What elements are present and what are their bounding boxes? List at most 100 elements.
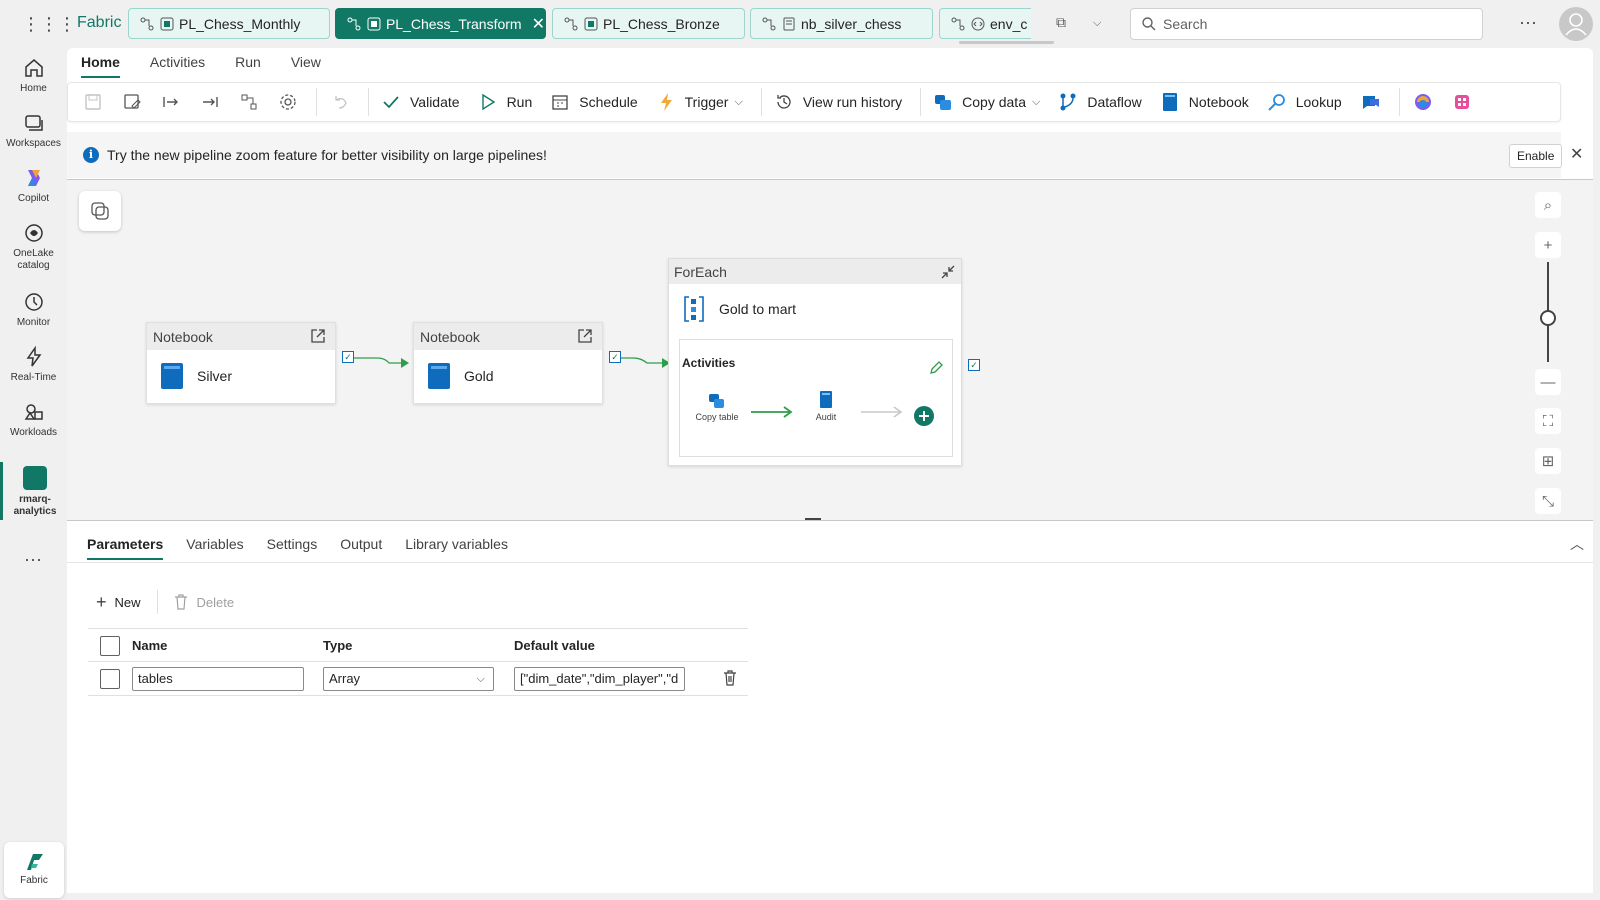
tab-pl-chess-bronze[interactable]: PL_Chess_Bronze <box>552 8 745 39</box>
rail-more-icon[interactable]: ... <box>0 545 67 566</box>
undo-icon[interactable] <box>329 91 351 113</box>
more-options-icon[interactable]: ··· <box>1519 12 1537 33</box>
pipeline-canvas[interactable]: Notebook Silver ✓ Notebook Gold ✓ ForEac… <box>67 179 1593 521</box>
foreach-activities-container[interactable]: Activities Copy table Audit <box>679 339 953 457</box>
rail-item-real-time[interactable]: Real-Time <box>0 345 67 384</box>
pipeline-icon <box>564 17 578 30</box>
activity-header: Notebook <box>147 323 335 350</box>
search-box[interactable]: Search <box>1130 8 1483 40</box>
inner-activity-audit[interactable]: Audit <box>796 390 856 422</box>
tab-run[interactable]: Run <box>235 54 261 78</box>
zoom-in-icon[interactable]: + <box>1535 232 1561 258</box>
gear-icon[interactable] <box>277 91 299 113</box>
fit-to-screen-icon[interactable]: ⛶ <box>1535 408 1561 434</box>
tab-pl-chess-monthly[interactable]: PL_Chess_Monthly <box>128 8 330 39</box>
tab-parameters[interactable]: Parameters <box>87 536 164 560</box>
zoom-slider-thumb[interactable] <box>1540 310 1556 326</box>
environment-icon <box>971 17 985 30</box>
dataflow-button[interactable]: Dataflow <box>1058 92 1142 112</box>
enable-button[interactable]: Enable <box>1509 144 1563 168</box>
copy-data-icon <box>933 92 953 112</box>
collapse-all-icon[interactable]: ⤡ <box>1535 488 1561 514</box>
open-external-icon[interactable] <box>576 327 594 345</box>
add-activity-icon[interactable] <box>913 405 935 427</box>
notebook-icon <box>820 391 832 408</box>
row-checkbox[interactable] <box>100 669 120 689</box>
validate-button[interactable]: Validate <box>381 92 460 112</box>
inner-activity-copy-table[interactable]: Copy table <box>687 392 747 422</box>
avatar[interactable] <box>1559 7 1593 41</box>
apps-icon[interactable] <box>1451 91 1473 113</box>
rail-item-onelake-catalog[interactable]: OneLake catalog <box>0 221 67 272</box>
move-right-icon[interactable] <box>160 91 182 113</box>
open-external-icon[interactable] <box>309 327 327 345</box>
select-all-checkbox[interactable] <box>100 636 120 656</box>
copilot-icon[interactable] <box>1412 91 1434 113</box>
trash-icon[interactable] <box>723 670 737 686</box>
rail-item-workspaces[interactable]: Workspaces <box>0 111 67 150</box>
close-icon[interactable]: ✕ <box>1570 144 1583 164</box>
close-icon[interactable]: ✕ <box>532 14 545 34</box>
parameter-type-select[interactable]: Array ⌵ <box>323 667 494 691</box>
tab-label: PL_Chess_Bronze <box>603 15 720 32</box>
activity-silver[interactable]: Notebook Silver <box>146 322 336 404</box>
schedule-button[interactable]: Schedule <box>550 92 638 112</box>
chevron-down-icon[interactable]: ⌵ <box>1093 17 1101 30</box>
tab-label: PL_Chess_Transform <box>385 15 522 32</box>
zoom-out-icon[interactable]: — <box>1535 369 1561 395</box>
save-icon[interactable] <box>82 91 104 113</box>
notebook-button[interactable]: Notebook <box>1160 92 1249 112</box>
save-as-icon[interactable] <box>121 91 143 113</box>
tab-activities[interactable]: Activities <box>150 54 205 78</box>
tab-overflow-icon[interactable]: ⧉ <box>1056 14 1066 31</box>
auto-align-icon[interactable] <box>238 91 260 113</box>
app-launcher-icon[interactable]: ⋮⋮⋮ <box>22 14 76 36</box>
copy-data-button[interactable]: Copy data ⌵ <box>933 92 1040 112</box>
success-checkbox-icon[interactable]: ✓ <box>968 359 980 371</box>
search-canvas-icon[interactable]: ⌕ <box>1535 192 1561 218</box>
view-run-history-label: View run history <box>802 94 903 110</box>
chevron-up-icon[interactable]: ︿ <box>1570 534 1584 554</box>
trigger-button[interactable]: Trigger ⌵ <box>656 92 743 112</box>
fabric-experience-switcher[interactable]: Fabric <box>4 842 64 898</box>
panel-resize-handle[interactable] <box>805 518 821 520</box>
view-run-history-button[interactable]: View run history <box>774 92 902 112</box>
parameter-default-input[interactable]: ["dim_date","dim_player","d <box>514 667 685 691</box>
activity-foreach[interactable]: ForEach Gold to mart Activities Copy tab… <box>668 258 962 466</box>
tab-home[interactable]: Home <box>81 54 120 78</box>
tab-view[interactable]: View <box>291 54 321 78</box>
tab-nb-silver-chess[interactable]: nb_silver_chess <box>750 8 933 39</box>
parameter-actions: + New Delete <box>96 590 234 614</box>
rail-item-copilot[interactable]: Copilot <box>0 166 67 205</box>
brand-title[interactable]: Fabric <box>77 14 121 32</box>
tab-settings[interactable]: Settings <box>267 536 318 560</box>
rail-item-monitor[interactable]: Monitor <box>0 290 67 329</box>
rail-item-workspace-current[interactable]: rmarq-analytics <box>0 462 67 520</box>
success-checkbox-icon[interactable]: ✓ <box>342 351 354 363</box>
delete-parameter-button[interactable]: Delete <box>156 590 234 614</box>
parameter-name-input[interactable]: tables <box>132 667 304 691</box>
pipeline-icon <box>140 17 154 30</box>
tab-output[interactable]: Output <box>340 536 382 560</box>
auto-layout-icon[interactable]: ⊞ <box>1535 448 1561 474</box>
tab-label: PL_Chess_Monthly <box>179 15 301 32</box>
collapse-icon[interactable] <box>939 263 957 281</box>
lookup-button[interactable]: Lookup <box>1267 92 1342 112</box>
foreach-name: Gold to mart <box>719 301 797 317</box>
tab-library-variables[interactable]: Library variables <box>405 536 508 560</box>
edit-pencil-icon[interactable] <box>928 360 944 376</box>
run-button[interactable]: Run <box>478 92 532 112</box>
activity-gold[interactable]: Notebook Gold <box>413 322 603 404</box>
plus-icon: + <box>96 591 107 612</box>
new-parameter-button[interactable]: + New <box>96 592 141 613</box>
tab-env[interactable]: env_c <box>939 8 1031 39</box>
rail-item-home[interactable]: Home <box>0 56 67 95</box>
tabs-scrollbar[interactable] <box>959 41 1054 44</box>
teams-icon[interactable] <box>1360 91 1382 113</box>
rail-item-workloads[interactable]: Workloads <box>0 400 67 439</box>
arrow-to-end-icon[interactable] <box>199 91 221 113</box>
tab-variables[interactable]: Variables <box>186 536 243 560</box>
tab-pl-chess-transform[interactable]: PL_Chess_Transform ✕ <box>335 8 546 39</box>
history-icon <box>774 92 794 112</box>
success-checkbox-icon[interactable]: ✓ <box>609 351 621 363</box>
